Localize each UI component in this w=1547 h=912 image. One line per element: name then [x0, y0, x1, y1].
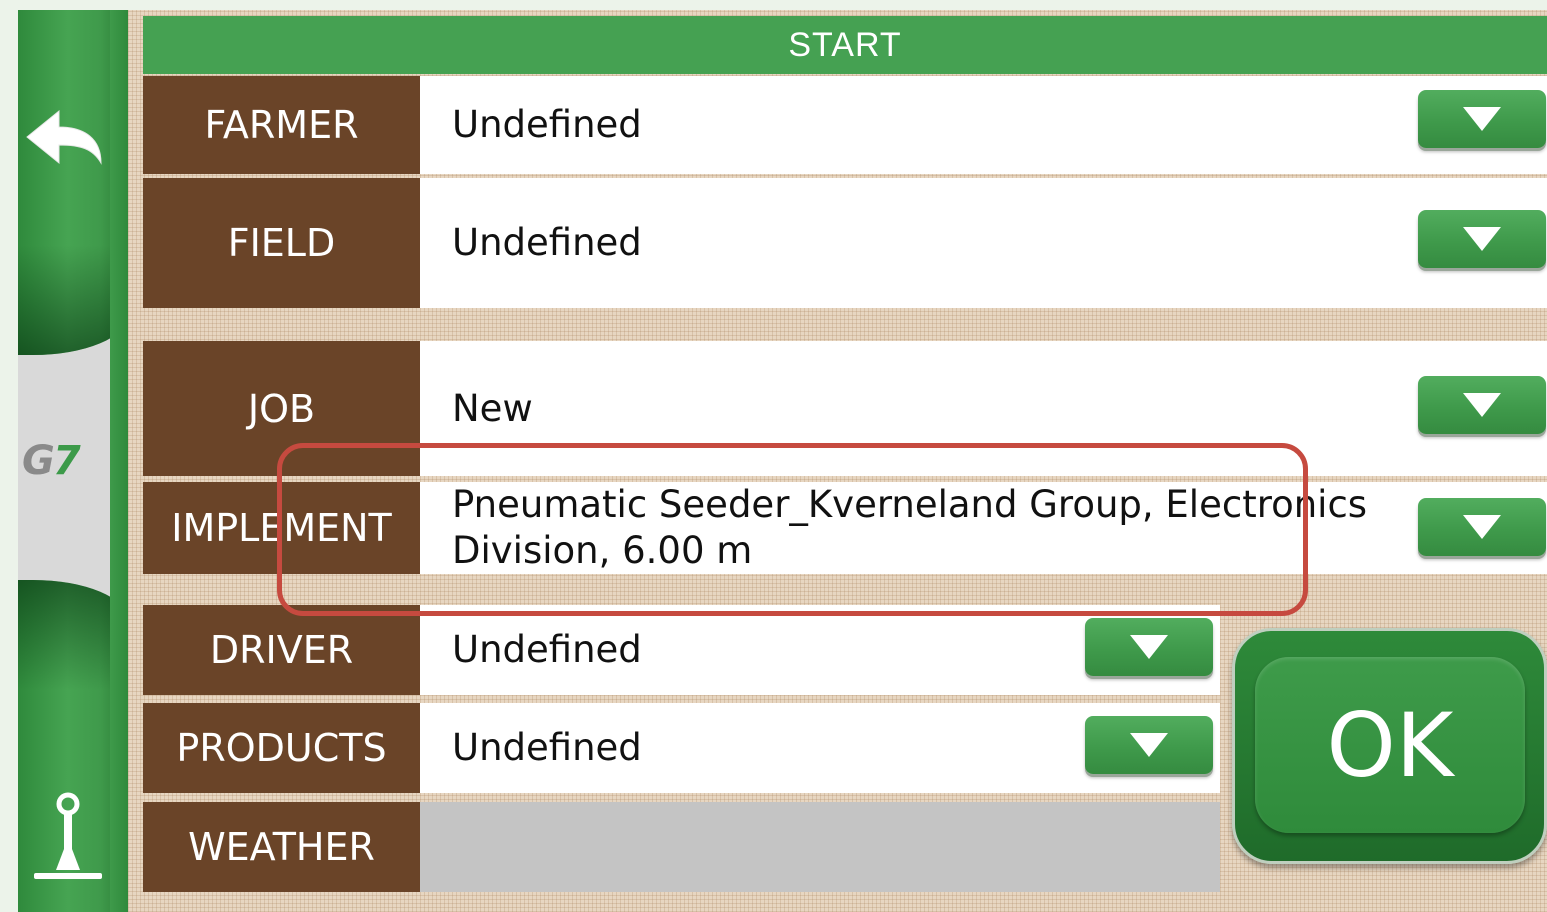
joystick-icon [34, 792, 102, 879]
implement-value-line2: Division, 6.00 m [452, 529, 753, 572]
chevron-down-icon [1463, 227, 1501, 251]
weather-label: WEATHER [143, 802, 420, 892]
products-label: PRODUCTS [143, 703, 420, 793]
logo-letter: G [22, 438, 55, 484]
implement-value[interactable]: Pneumatic Seeder_Kverneland Group, Elect… [420, 482, 1547, 574]
implement-dropdown-button[interactable] [1418, 498, 1546, 556]
chevron-down-icon [1130, 733, 1168, 757]
job-dropdown-button[interactable] [1418, 376, 1546, 434]
job-value[interactable]: New [420, 341, 1547, 476]
farmer-label: FARMER [143, 76, 420, 174]
implement-label: IMPLEMENT [143, 482, 420, 574]
joystick-button[interactable] [30, 790, 106, 885]
chevron-down-icon [1463, 107, 1501, 131]
field-dropdown-button[interactable] [1418, 210, 1546, 268]
back-button[interactable] [24, 100, 104, 180]
sidebar-edge [110, 10, 128, 912]
products-dropdown-button[interactable] [1085, 716, 1213, 774]
back-arrow-icon [26, 109, 102, 165]
driver-label: DRIVER [143, 605, 420, 695]
farmer-dropdown-button[interactable] [1418, 90, 1546, 148]
chevron-down-icon [1130, 635, 1168, 659]
chevron-down-icon [1463, 515, 1501, 539]
ok-button[interactable]: OK [1232, 628, 1547, 864]
start-panel: START FARMER Undefined FIELD Undefined J… [128, 10, 1547, 912]
farmer-value[interactable]: Undefined [420, 76, 1547, 174]
weather-value [420, 802, 1220, 892]
logo-number: 7 [52, 438, 81, 484]
chevron-down-icon [1463, 393, 1501, 417]
driver-dropdown-button[interactable] [1085, 618, 1213, 676]
field-value[interactable]: Undefined [420, 178, 1547, 308]
implement-value-line1: Pneumatic Seeder_Kverneland Group, Elect… [452, 483, 1368, 526]
page-title: START [143, 16, 1547, 74]
ok-button-label: OK [1255, 657, 1525, 833]
field-label: FIELD [143, 178, 420, 308]
g7-logo: G7 [22, 438, 104, 496]
job-label: JOB [143, 341, 420, 476]
